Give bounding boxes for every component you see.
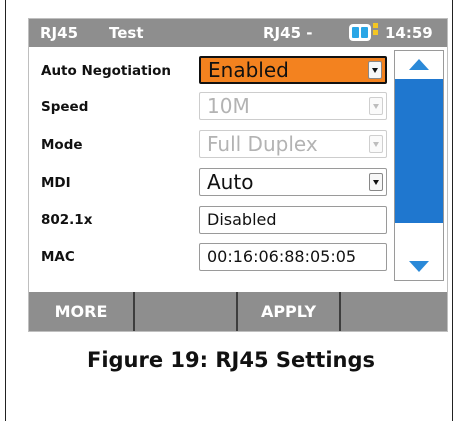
- page-frame: RJ45 Test RJ45 - 14:59 Auto Negotiation …: [5, 0, 453, 421]
- figure-caption: Figure 19: RJ45 Settings: [86, 348, 375, 372]
- status-time: 14:59: [385, 24, 433, 42]
- mac-value: 00:16:06:88:05:05: [207, 247, 357, 266]
- mdi-value: Auto: [207, 170, 254, 194]
- softkey-bar: MORE APPLY: [29, 292, 447, 331]
- auto-negotiation-label: Auto Negotiation: [41, 63, 172, 79]
- battery-icon: [349, 24, 371, 41]
- mdi-label: MDI: [41, 175, 71, 191]
- dot1x-label: 802.1x: [41, 212, 93, 228]
- arrow-down-icon[interactable]: [395, 252, 443, 280]
- scroll-thumb[interactable]: [395, 79, 443, 223]
- chevron-down-icon: [369, 97, 383, 115]
- status-port: RJ45 -: [263, 24, 313, 42]
- mode-label: Mode: [41, 137, 83, 153]
- status-mode: Test: [109, 24, 144, 42]
- mac-label: MAC: [41, 249, 75, 265]
- chevron-down-icon[interactable]: [368, 61, 382, 79]
- battery-level-icon: [373, 23, 378, 42]
- auto-negotiation-value: Enabled: [208, 58, 289, 82]
- mode-value: Full Duplex: [207, 132, 318, 156]
- arrow-up-icon[interactable]: [395, 51, 443, 79]
- softkey-4-button[interactable]: [341, 292, 447, 331]
- speed-select: 10M: [199, 92, 387, 120]
- device-screen: RJ45 Test RJ45 - 14:59 Auto Negotiation …: [28, 18, 448, 332]
- chevron-down-icon: [369, 135, 383, 153]
- status-tab-rj45[interactable]: RJ45: [40, 24, 78, 42]
- chevron-down-icon[interactable]: [369, 173, 383, 191]
- softkey-2-button[interactable]: [135, 292, 238, 331]
- speed-value: 10M: [207, 94, 250, 118]
- auto-negotiation-select[interactable]: Enabled: [199, 56, 387, 84]
- mode-select: Full Duplex: [199, 130, 387, 158]
- speed-label: Speed: [41, 99, 89, 115]
- status-bar: RJ45 Test RJ45 - 14:59: [29, 19, 447, 47]
- apply-button[interactable]: APPLY: [238, 292, 341, 331]
- more-button[interactable]: MORE: [29, 292, 135, 331]
- dot1x-field[interactable]: Disabled: [199, 206, 387, 234]
- mdi-select[interactable]: Auto: [199, 168, 387, 196]
- mac-field[interactable]: 00:16:06:88:05:05: [199, 243, 387, 271]
- dot1x-value: Disabled: [207, 210, 277, 229]
- scrollbar[interactable]: [394, 50, 444, 281]
